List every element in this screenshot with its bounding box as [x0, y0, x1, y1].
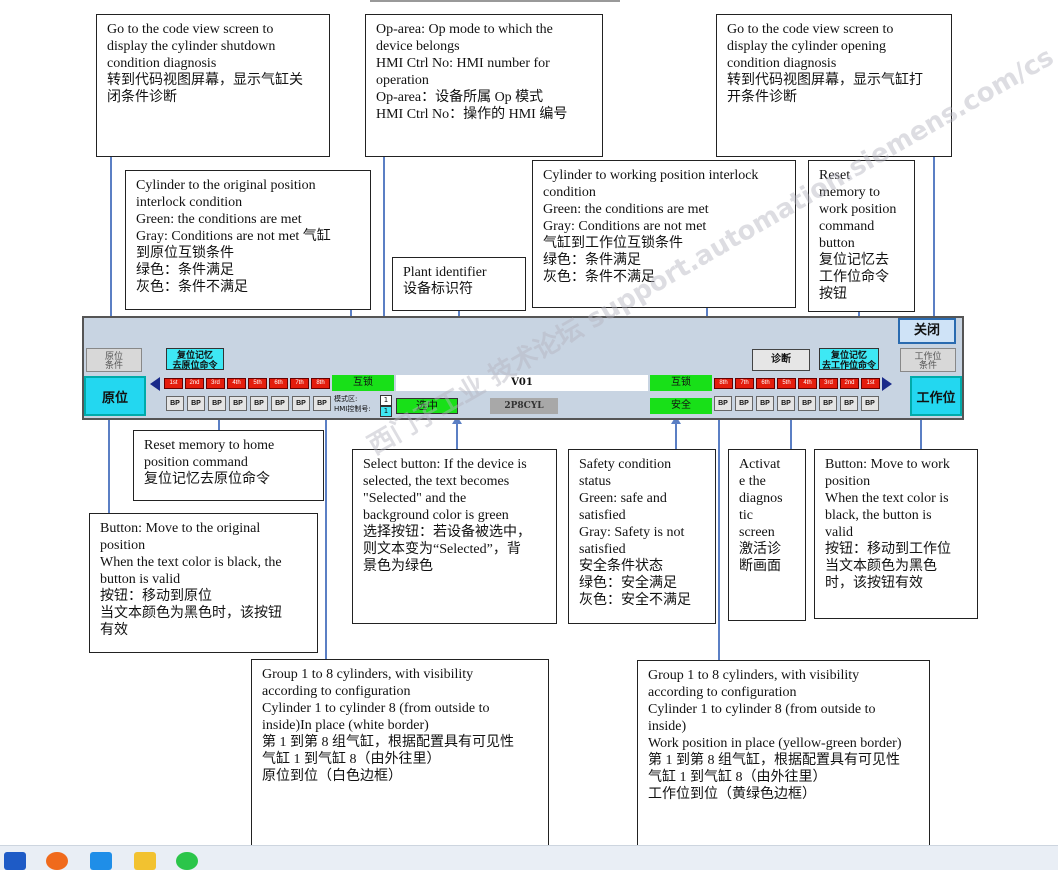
note-code-view-close: Go to the code view screen to display th… — [96, 14, 330, 157]
mode-value: 1 — [380, 395, 392, 406]
note-group-left: Group 1 to 8 cylinders, with visibility … — [251, 659, 549, 845]
cylinder-indicator: 3rd — [819, 378, 838, 389]
bp-button[interactable]: BP — [777, 396, 795, 411]
cropped-top-border — [370, 0, 620, 5]
cylinder-indicator: 8th — [714, 378, 733, 389]
work-condition-button[interactable]: 工作位 条件 — [900, 348, 956, 372]
note-plant-id: Plant identifier 设备标识符 — [392, 257, 526, 311]
bp-button[interactable]: BP — [756, 396, 774, 411]
close-button[interactable]: 关闭 — [898, 318, 956, 344]
note-move-orig: Button: Move to the original position Wh… — [89, 513, 318, 653]
interlock-right-indicator: 互锁 — [650, 375, 712, 391]
cylinder-indicator: 5th — [777, 378, 796, 389]
wechat-icon[interactable] — [176, 852, 198, 870]
mode-label: 模式区: — [334, 395, 358, 403]
cylinder-indicator: 4th — [798, 378, 817, 389]
bp-button[interactable]: BP — [229, 396, 247, 411]
arrow-line — [325, 393, 327, 659]
device-tag: 2P8CYL — [490, 398, 558, 414]
arrow-line — [718, 393, 720, 660]
cylinder-indicator: 4th — [227, 378, 246, 389]
note-op-area: Op-area: Op mode to which the device bel… — [365, 14, 603, 157]
note-group-right: Group 1 to 8 cylinders, with visibility … — [637, 660, 930, 845]
firefox-icon[interactable] — [46, 852, 68, 870]
cylinder-indicator: 1st — [164, 378, 183, 389]
hmi-label: HMI控制号: — [334, 405, 371, 413]
move-work-button[interactable]: 工作位 — [910, 376, 962, 416]
note-safety: Safety condition status Green: safe and … — [568, 449, 716, 624]
cylinder-indicator: 1st — [861, 378, 880, 389]
bp-button[interactable]: BP — [819, 396, 837, 411]
bp-button[interactable]: BP — [714, 396, 732, 411]
cylinder-indicator: 3rd — [206, 378, 225, 389]
cylinder-indicator: 8th — [311, 378, 330, 389]
cylinder-indicator: 7th — [290, 378, 309, 389]
cylinder-indicator: 7th — [735, 378, 754, 389]
orig-condition-button[interactable]: 原位 条件 — [86, 348, 142, 372]
interlock-left-indicator: 互锁 — [332, 375, 394, 391]
safety-indicator: 安全 — [650, 398, 712, 414]
folder-icon[interactable] — [134, 852, 156, 870]
word-icon[interactable] — [4, 852, 26, 870]
bp-button[interactable]: BP — [271, 396, 289, 411]
bp-button[interactable]: BP — [208, 396, 226, 411]
note-move-work: Button: Move to work position When the t… — [814, 449, 978, 619]
bp-button[interactable]: BP — [187, 396, 205, 411]
cylinder-indicator: 5th — [248, 378, 267, 389]
cylinder-indicator: 2nd — [840, 378, 859, 389]
note-orig-interlock: Cylinder to the original position interl… — [125, 170, 371, 310]
cylinder-indicator: 2nd — [185, 378, 204, 389]
arrow-line — [920, 418, 922, 449]
arrow-line — [675, 424, 677, 449]
reset-home-button[interactable]: 复位记忆 去原位命令 — [166, 348, 224, 370]
bp-button[interactable]: BP — [250, 396, 268, 411]
note-reset-home: Reset memory to home position command 复位… — [133, 430, 324, 501]
bp-button[interactable]: BP — [861, 396, 879, 411]
arrow-line — [933, 157, 935, 340]
diagnostics-button[interactable]: 诊断 — [752, 349, 810, 371]
bp-button[interactable]: BP — [735, 396, 753, 411]
bp-button[interactable]: BP — [292, 396, 310, 411]
note-activate-diag: Activat e the diagnos tic screen 激活诊 断画面 — [728, 449, 806, 621]
cylinder-indicator: 6th — [269, 378, 288, 389]
bp-button[interactable]: BP — [840, 396, 858, 411]
taskbar — [0, 845, 1058, 870]
left-arrow-icon — [150, 377, 160, 391]
cylinder-indicator: 6th — [756, 378, 775, 389]
bp-button[interactable]: BP — [166, 396, 184, 411]
arrow-line — [108, 418, 110, 513]
right-arrow-icon — [882, 377, 892, 391]
bp-button[interactable]: BP — [798, 396, 816, 411]
note-select-button: Select button: If the device is selected… — [352, 449, 557, 624]
arrow-line — [456, 424, 458, 449]
arrow-line — [110, 157, 112, 340]
reset-work-button[interactable]: 复位记忆 去工作位命令 — [819, 348, 879, 370]
move-orig-button[interactable]: 原位 — [84, 376, 146, 416]
app-icon[interactable] — [90, 852, 112, 870]
bp-button[interactable]: BP — [313, 396, 331, 411]
